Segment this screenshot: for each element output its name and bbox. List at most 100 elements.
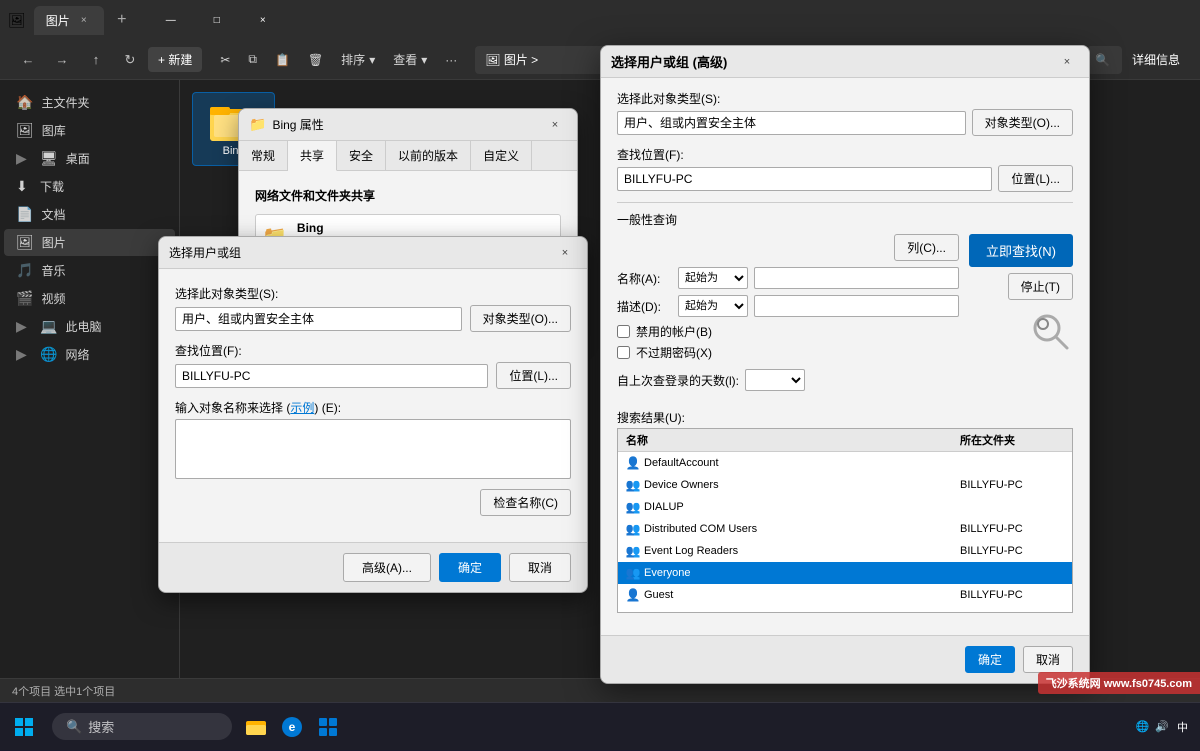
videos-icon: 🎬 xyxy=(16,290,33,307)
results-row[interactable]: 👥 Guests BILLYFU-PC xyxy=(618,606,1072,612)
tab-share[interactable]: 共享 xyxy=(288,141,337,171)
tab-general[interactable]: 常规 xyxy=(239,141,288,170)
delete-btn[interactable]: 🗑 xyxy=(300,49,331,71)
result-name: Event Log Readers xyxy=(644,545,738,557)
search-box[interactable]: 🔍 xyxy=(1087,46,1122,74)
refresh-btn[interactable]: ↻ xyxy=(114,44,146,76)
object-type-btn[interactable]: 对象类型(O)... xyxy=(470,305,571,332)
search-now-btn[interactable]: 立即查找(N) xyxy=(969,234,1073,267)
detail-btn[interactable]: 详细信息 xyxy=(1124,47,1188,72)
tab-previous[interactable]: 以前的版本 xyxy=(386,141,471,170)
sidebar-item-videos[interactable]: 🎬 视频 xyxy=(4,285,175,312)
tab-close-btn[interactable]: × xyxy=(76,12,92,28)
sidebar-item-pictures[interactable]: 🖼 图片 xyxy=(4,229,175,256)
adv-titlebar: 选择用户或组 (高级) × xyxy=(601,46,1089,78)
taskbar-tray: 🌐 🔊 xyxy=(1136,720,1169,733)
up-btn[interactable]: ↑ xyxy=(80,44,112,76)
adv-desc-input[interactable] xyxy=(754,295,959,317)
user-icon: 👥 xyxy=(626,522,640,536)
back-btn[interactable]: ← xyxy=(12,44,44,76)
result-location: BILLYFU-PC xyxy=(952,609,1072,612)
sidebar-item-thispc[interactable]: ▶ 💻 此电脑 xyxy=(4,313,175,340)
object-type-input[interactable] xyxy=(175,307,462,331)
adv-ok-btn[interactable]: 确定 xyxy=(965,646,1015,673)
user-icon: 👥 xyxy=(626,478,640,492)
sidebar-item-home[interactable]: 🏠 主文件夹 xyxy=(4,89,175,116)
sidebar-item-music[interactable]: 🎵 音乐 xyxy=(4,257,175,284)
results-row[interactable]: 👥 Event Log Readers BILLYFU-PC xyxy=(618,540,1072,562)
user-icon: 👥 xyxy=(626,610,640,612)
explorer-tab[interactable]: 图片 × xyxy=(34,6,104,35)
taskbar-time[interactable]: 中 xyxy=(1177,719,1188,735)
close-btn[interactable]: × xyxy=(240,4,286,36)
share-section-title: 网络文件和文件夹共享 xyxy=(255,187,561,204)
location-btn[interactable]: 位置(L)... xyxy=(496,362,571,389)
results-row[interactable]: 👥 Device Owners BILLYFU-PC xyxy=(618,474,1072,496)
checkbox-disabled-accounts[interactable] xyxy=(617,325,630,338)
new-tab-btn[interactable]: + xyxy=(108,6,136,34)
adv-cancel-btn[interactable]: 取消 xyxy=(1023,646,1073,673)
pictures-icon: 🖼 xyxy=(16,234,34,251)
results-row[interactable]: 👥 DIALUP xyxy=(618,496,1072,518)
new-button[interactable]: + 新建 xyxy=(148,47,202,72)
location-input[interactable] xyxy=(175,364,488,388)
adv-close-btn[interactable]: × xyxy=(1055,52,1079,72)
bing-props-close[interactable]: × xyxy=(543,115,567,135)
adv-object-type-input[interactable] xyxy=(617,111,966,135)
adv-location-input[interactable] xyxy=(617,167,992,191)
results-row[interactable]: 👥 Everyone xyxy=(618,562,1072,584)
sidebar-item-network[interactable]: ▶ 🌐 网络 xyxy=(4,341,175,368)
results-row[interactable]: 👤 DefaultAccount xyxy=(618,452,1072,474)
tab-label: 图片 xyxy=(46,12,70,29)
downloads-icon: ⬇ xyxy=(16,178,32,195)
sidebar-item-gallery[interactable]: 🖼 图库 xyxy=(4,117,175,144)
adv-general-query-title: 一般性查询 xyxy=(617,211,1073,228)
checkbox-no-expire[interactable] xyxy=(617,346,630,359)
adv-desc-filter[interactable]: 起始为 xyxy=(678,295,748,317)
maximize-btn[interactable]: □ xyxy=(194,4,240,36)
cut-btn[interactable]: ✂ xyxy=(212,49,238,71)
taskbar-search[interactable]: 🔍 搜索 xyxy=(52,713,232,740)
sidebar-item-documents[interactable]: 📄 文档 xyxy=(4,201,175,228)
select-user-small-ok[interactable]: 确定 xyxy=(439,553,501,582)
search-results-area: 名称 所在文件夹 👤 DefaultAccount 👥 Device Owner… xyxy=(617,428,1073,613)
taskbar-app-edge[interactable]: e xyxy=(276,711,308,743)
check-names-btn[interactable]: 检查名称(C) xyxy=(480,489,571,516)
sidebar-item-desktop[interactable]: ▶ 🖥 桌面 xyxy=(4,145,175,172)
select-user-small-close[interactable]: × xyxy=(553,243,577,263)
stop-btn[interactable]: 停止(T) xyxy=(1008,273,1073,300)
select-user-small-cancel[interactable]: 取消 xyxy=(509,553,571,582)
adv-object-type-btn[interactable]: 对象类型(O)... xyxy=(972,109,1073,136)
select-user-small-footer: 高级(A)... 确定 取消 xyxy=(159,542,587,592)
last-logon-select[interactable] xyxy=(745,369,805,391)
taskbar-apps: e xyxy=(240,711,344,743)
result-location xyxy=(952,505,1072,509)
minimize-btn[interactable]: — xyxy=(148,4,194,36)
results-row[interactable]: 👥 Distributed COM Users BILLYFU-PC xyxy=(618,518,1072,540)
tab-custom[interactable]: 自定义 xyxy=(471,141,532,170)
view-btn[interactable]: 查看 ▾ xyxy=(385,47,435,72)
result-name: Guests xyxy=(644,611,679,612)
tray-sound[interactable]: 🔊 xyxy=(1155,720,1169,733)
example-link[interactable]: 示例 xyxy=(290,401,314,415)
taskbar-app-explorer[interactable] xyxy=(240,711,272,743)
sidebar-item-downloads[interactable]: ⬇ 下载 xyxy=(4,173,175,200)
taskbar-app-store[interactable] xyxy=(312,711,344,743)
results-row[interactable]: 👤 Guest BILLYFU-PC xyxy=(618,584,1072,606)
copy-btn[interactable]: ⧉ xyxy=(240,48,265,71)
advanced-btn[interactable]: 高级(A)... xyxy=(343,553,431,582)
adv-name-filter[interactable]: 起始为 xyxy=(678,267,748,289)
desktop-icon: 🖥 xyxy=(40,150,58,167)
tab-security[interactable]: 安全 xyxy=(337,141,386,170)
start-button[interactable] xyxy=(0,703,48,751)
paste-btn[interactable]: 📋 xyxy=(267,49,298,71)
adv-name-input[interactable] xyxy=(754,267,959,289)
forward-btn[interactable]: → xyxy=(46,44,78,76)
search-results-label: 搜索结果(U): xyxy=(617,409,1073,426)
more-btn[interactable]: ··· xyxy=(437,49,465,71)
adv-location-btn[interactable]: 位置(L)... xyxy=(998,165,1073,192)
sort-btn[interactable]: 排序 ▾ xyxy=(333,47,383,72)
list-col-btn[interactable]: 列(C)... xyxy=(894,234,959,261)
tray-network[interactable]: 🌐 xyxy=(1136,720,1150,733)
enter-name-textarea[interactable] xyxy=(175,419,571,479)
